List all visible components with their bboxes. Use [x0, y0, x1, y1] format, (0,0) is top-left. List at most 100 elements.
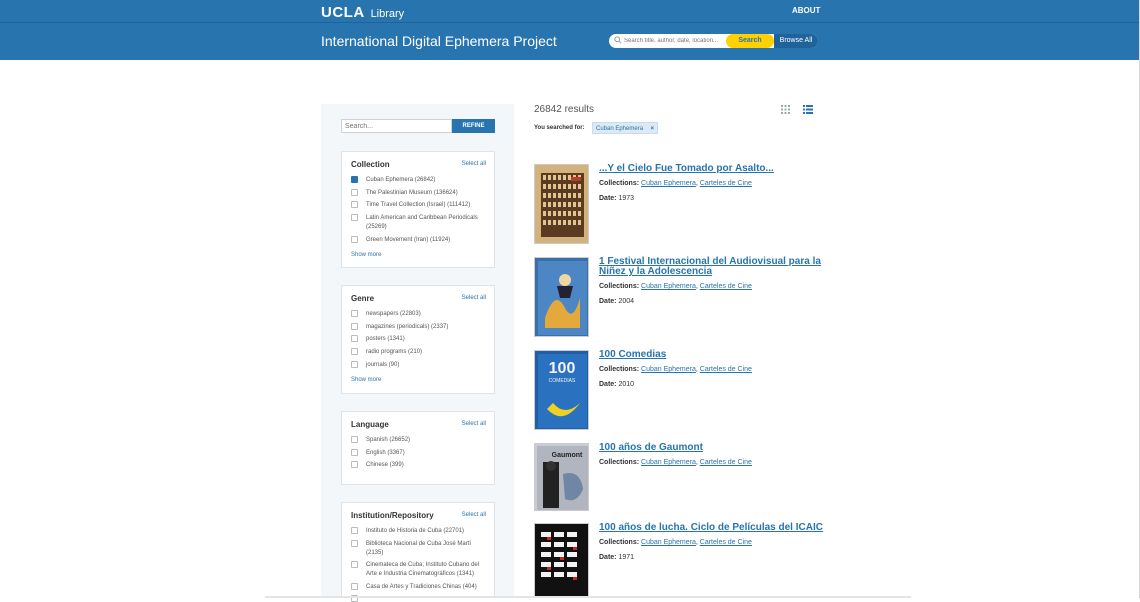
collection-link[interactable]: Carteles de Cine	[700, 180, 752, 187]
facet-option[interactable]: Instituto de Historia de Cuba (22701)	[351, 527, 486, 536]
search-icon	[614, 36, 622, 44]
grid-view-icon[interactable]	[781, 105, 790, 114]
facet-genre: Genre Select all newspapers (22803) maga…	[341, 285, 495, 394]
remove-filter-icon[interactable]: ×	[651, 123, 655, 135]
searched-for-label: You searched for:	[534, 125, 585, 131]
browse-all-button[interactable]: Browse All	[774, 34, 818, 48]
facet-option[interactable]: The Palestinian Museum (136624)	[351, 189, 486, 198]
result-title-link[interactable]: 100 Comedias	[599, 350, 824, 360]
result-thumbnail[interactable]	[534, 257, 589, 337]
show-more-link[interactable]: Show more	[351, 377, 381, 383]
checkbox[interactable]	[351, 449, 358, 456]
checkbox[interactable]	[351, 583, 358, 590]
select-all-link[interactable]: Select all	[462, 512, 486, 518]
checkbox[interactable]	[351, 561, 358, 568]
facet-option[interactable]: Chinese (399)	[351, 461, 486, 470]
select-all-link[interactable]: Select all	[462, 295, 486, 301]
checkbox[interactable]	[351, 201, 358, 208]
checkbox[interactable]	[351, 527, 358, 534]
site-title[interactable]: International Digital Ephemera Project	[321, 33, 557, 49]
checkbox[interactable]	[351, 189, 358, 196]
result-date: Date: 2010	[599, 381, 635, 388]
facet-option[interactable]: English (3367)	[351, 449, 486, 458]
result-thumbnail[interactable]	[534, 523, 589, 598]
result-date: Date: 2004	[599, 298, 635, 305]
result-title-link[interactable]: 1 Festival Internacional del Audiovisual…	[599, 257, 824, 277]
poster-image	[535, 258, 588, 336]
select-all-link[interactable]: Select all	[462, 161, 486, 167]
collection-link[interactable]: Carteles de Cine	[700, 459, 752, 466]
checkbox[interactable]	[351, 540, 358, 547]
facet-language: Language Select all Spanish (26652) Engl…	[341, 411, 495, 485]
logo-library-text: Library	[370, 8, 405, 20]
checkbox[interactable]	[351, 436, 358, 443]
facet-option[interactable]: newspapers (22803)	[351, 310, 486, 319]
checkbox[interactable]	[351, 361, 358, 368]
facet-option[interactable]: journals (90)	[351, 361, 486, 370]
filter-tag-label: Cuban Ephemera	[596, 126, 644, 132]
filter-sidebar: REFINE Collection Select all Cuban Ephem…	[321, 104, 514, 602]
collection-link[interactable]: Cuban Ephemera	[641, 459, 696, 466]
show-more-link[interactable]: Show more	[351, 252, 381, 258]
collection-link[interactable]: Carteles de Cine	[700, 366, 752, 373]
checkbox[interactable]	[351, 348, 358, 355]
checkbox[interactable]	[351, 335, 358, 342]
facet-title: Language	[351, 420, 389, 429]
collection-link[interactable]: Cuban Ephemera	[641, 366, 696, 373]
result-collections: Collections: Cuban Ephemera, Carteles de…	[599, 283, 752, 290]
checkbox[interactable]	[351, 310, 358, 317]
refine-button[interactable]: REFINE	[452, 119, 495, 133]
facet-option[interactable]: radio programs (210)	[351, 348, 486, 357]
facet-option[interactable]: Time Travel Collection (Israel) (111412)	[351, 201, 486, 210]
checkbox[interactable]	[351, 461, 358, 468]
result-collections: Collections: Cuban Ephemera, Carteles de…	[599, 459, 752, 466]
header-top-bar: UCLA Library ABOUT	[0, 0, 1139, 23]
select-all-link[interactable]: Select all	[462, 421, 486, 427]
header-search-bar: Search Browse All	[609, 34, 818, 48]
checkbox[interactable]	[351, 176, 358, 183]
facet-institution: Institution/Repository Select all Instit…	[341, 502, 495, 602]
result-title-link[interactable]: ...Y el Cielo Fue Tomado por Asalto...	[599, 164, 824, 174]
svg-text:100: 100	[549, 360, 576, 377]
facet-collection: Collection Select all Cuban Ephemera (26…	[341, 151, 495, 268]
facet-option[interactable]: magazines (periodicals) (2337)	[351, 323, 486, 332]
facet-option[interactable]: posters (1341)	[351, 335, 486, 344]
ucla-library-logo[interactable]: UCLA Library	[321, 4, 404, 21]
facet-option[interactable]: Cinemateca de Cuba; Instituto Cubano del…	[351, 561, 486, 579]
facet-option[interactable]: Casa de Artes y Tradiciones Chinas (404)	[351, 583, 486, 592]
svg-text:Gaumont: Gaumont	[552, 452, 583, 459]
result-collections: Collections: Cuban Ephemera, Carteles de…	[599, 366, 752, 373]
facet-option[interactable]: Biblioteca Nacional de Cuba José Martí (…	[351, 540, 486, 558]
result-title-link[interactable]: 100 años de lucha. Ciclo de Películas de…	[599, 523, 824, 533]
results-count: 26842 results	[534, 104, 595, 115]
collection-link[interactable]: Carteles de Cine	[700, 283, 752, 290]
result-date: Date: 1971	[599, 554, 635, 561]
result-thumbnail[interactable]: 100 COMEDIAS	[534, 350, 589, 430]
result-title-link[interactable]: 100 años de Gaumont	[599, 443, 824, 453]
collection-link[interactable]: Carteles de Cine	[700, 539, 752, 546]
collection-link[interactable]: Cuban Ephemera	[641, 283, 696, 290]
facet-option[interactable]: Latin American and Caribbean Periodicals…	[351, 214, 486, 232]
facet-option[interactable]: Green Movement (Iran) (11924)	[351, 236, 486, 245]
result-collections: Collections: Cuban Ephemera, Carteles de…	[599, 539, 752, 546]
result-thumbnail[interactable]: Gaumont	[534, 443, 589, 511]
result-thumbnail[interactable]	[534, 164, 589, 244]
poster-image	[535, 524, 588, 598]
sidebar-search-input[interactable]	[341, 119, 452, 133]
poster-image	[535, 165, 588, 243]
svg-text:COMEDIAS: COMEDIAS	[549, 378, 576, 384]
active-filter-tag[interactable]: Cuban Ephemera ×	[592, 122, 659, 135]
list-view-icon[interactable]	[803, 105, 813, 114]
checkbox[interactable]	[351, 236, 358, 243]
about-link[interactable]: ABOUT	[792, 6, 820, 15]
checkbox[interactable]	[351, 323, 358, 330]
poster-image: 100 COMEDIAS	[535, 351, 588, 429]
search-button[interactable]: Search	[726, 34, 774, 48]
checkbox[interactable]	[351, 214, 358, 221]
facet-option[interactable]: Spanish (26652)	[351, 436, 486, 445]
header-search-input[interactable]	[624, 35, 729, 46]
facet-option[interactable]: Cuban Ephemera (26842)	[351, 176, 486, 185]
poster-image: Gaumont	[535, 444, 588, 510]
collection-link[interactable]: Cuban Ephemera	[641, 180, 696, 187]
collection-link[interactable]: Cuban Ephemera	[641, 539, 696, 546]
